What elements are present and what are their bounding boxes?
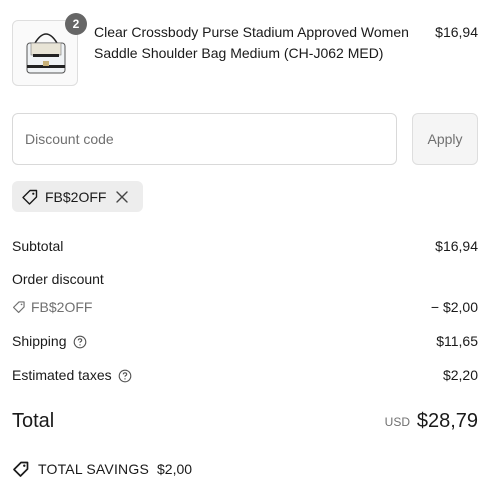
- line-item: 2 Clear Crossbody Purse Stadium Approved…: [12, 13, 478, 90]
- total-savings-label: TOTAL SAVINGS: [38, 461, 149, 477]
- shipping-value: $11,65: [436, 333, 478, 349]
- total-label: Total: [12, 410, 55, 432]
- subtotal-label: Subtotal: [12, 238, 64, 254]
- help-icon[interactable]: [118, 368, 132, 383]
- total-value: $28,79: [416, 410, 478, 432]
- total-savings: TOTAL SAVINGS $2,00: [12, 459, 192, 479]
- product-thumbnail: 2: [12, 13, 87, 86]
- tag-icon: [21, 188, 39, 206]
- total-currency: USD: [384, 415, 410, 429]
- subtotal-value: $16,94: [435, 238, 478, 254]
- order-discount-code: FB$2OFF: [31, 299, 93, 315]
- help-icon[interactable]: [73, 334, 87, 349]
- applied-discount-chip: FB$2OFF: [12, 181, 143, 212]
- order-discount-value: − $2,00: [430, 299, 478, 315]
- taxes-label: Estimated taxes: [12, 367, 112, 383]
- close-icon[interactable]: [115, 190, 129, 204]
- order-discount-code-group: FB$2OFF: [12, 297, 92, 317]
- shipping-label-group: Shipping: [12, 331, 87, 351]
- taxes-label-group: Estimated taxes: [12, 365, 132, 385]
- shipping-label: Shipping: [12, 333, 67, 349]
- savings-tag-icon: [13, 461, 29, 477]
- product-price: $16,94: [435, 24, 478, 40]
- order-discount-label: Order discount: [12, 271, 104, 287]
- discount-code-input[interactable]: [12, 113, 397, 165]
- product-title: Clear Crossbody Purse Stadium Approved W…: [94, 24, 409, 61]
- taxes-value: $2,20: [442, 367, 478, 383]
- total-savings-value: $2,00: [157, 461, 193, 477]
- quantity-badge: 2: [65, 13, 87, 35]
- apply-button[interactable]: Apply: [412, 113, 478, 165]
- applied-discount-code: FB$2OFF: [45, 188, 107, 205]
- tag-icon: [12, 301, 25, 314]
